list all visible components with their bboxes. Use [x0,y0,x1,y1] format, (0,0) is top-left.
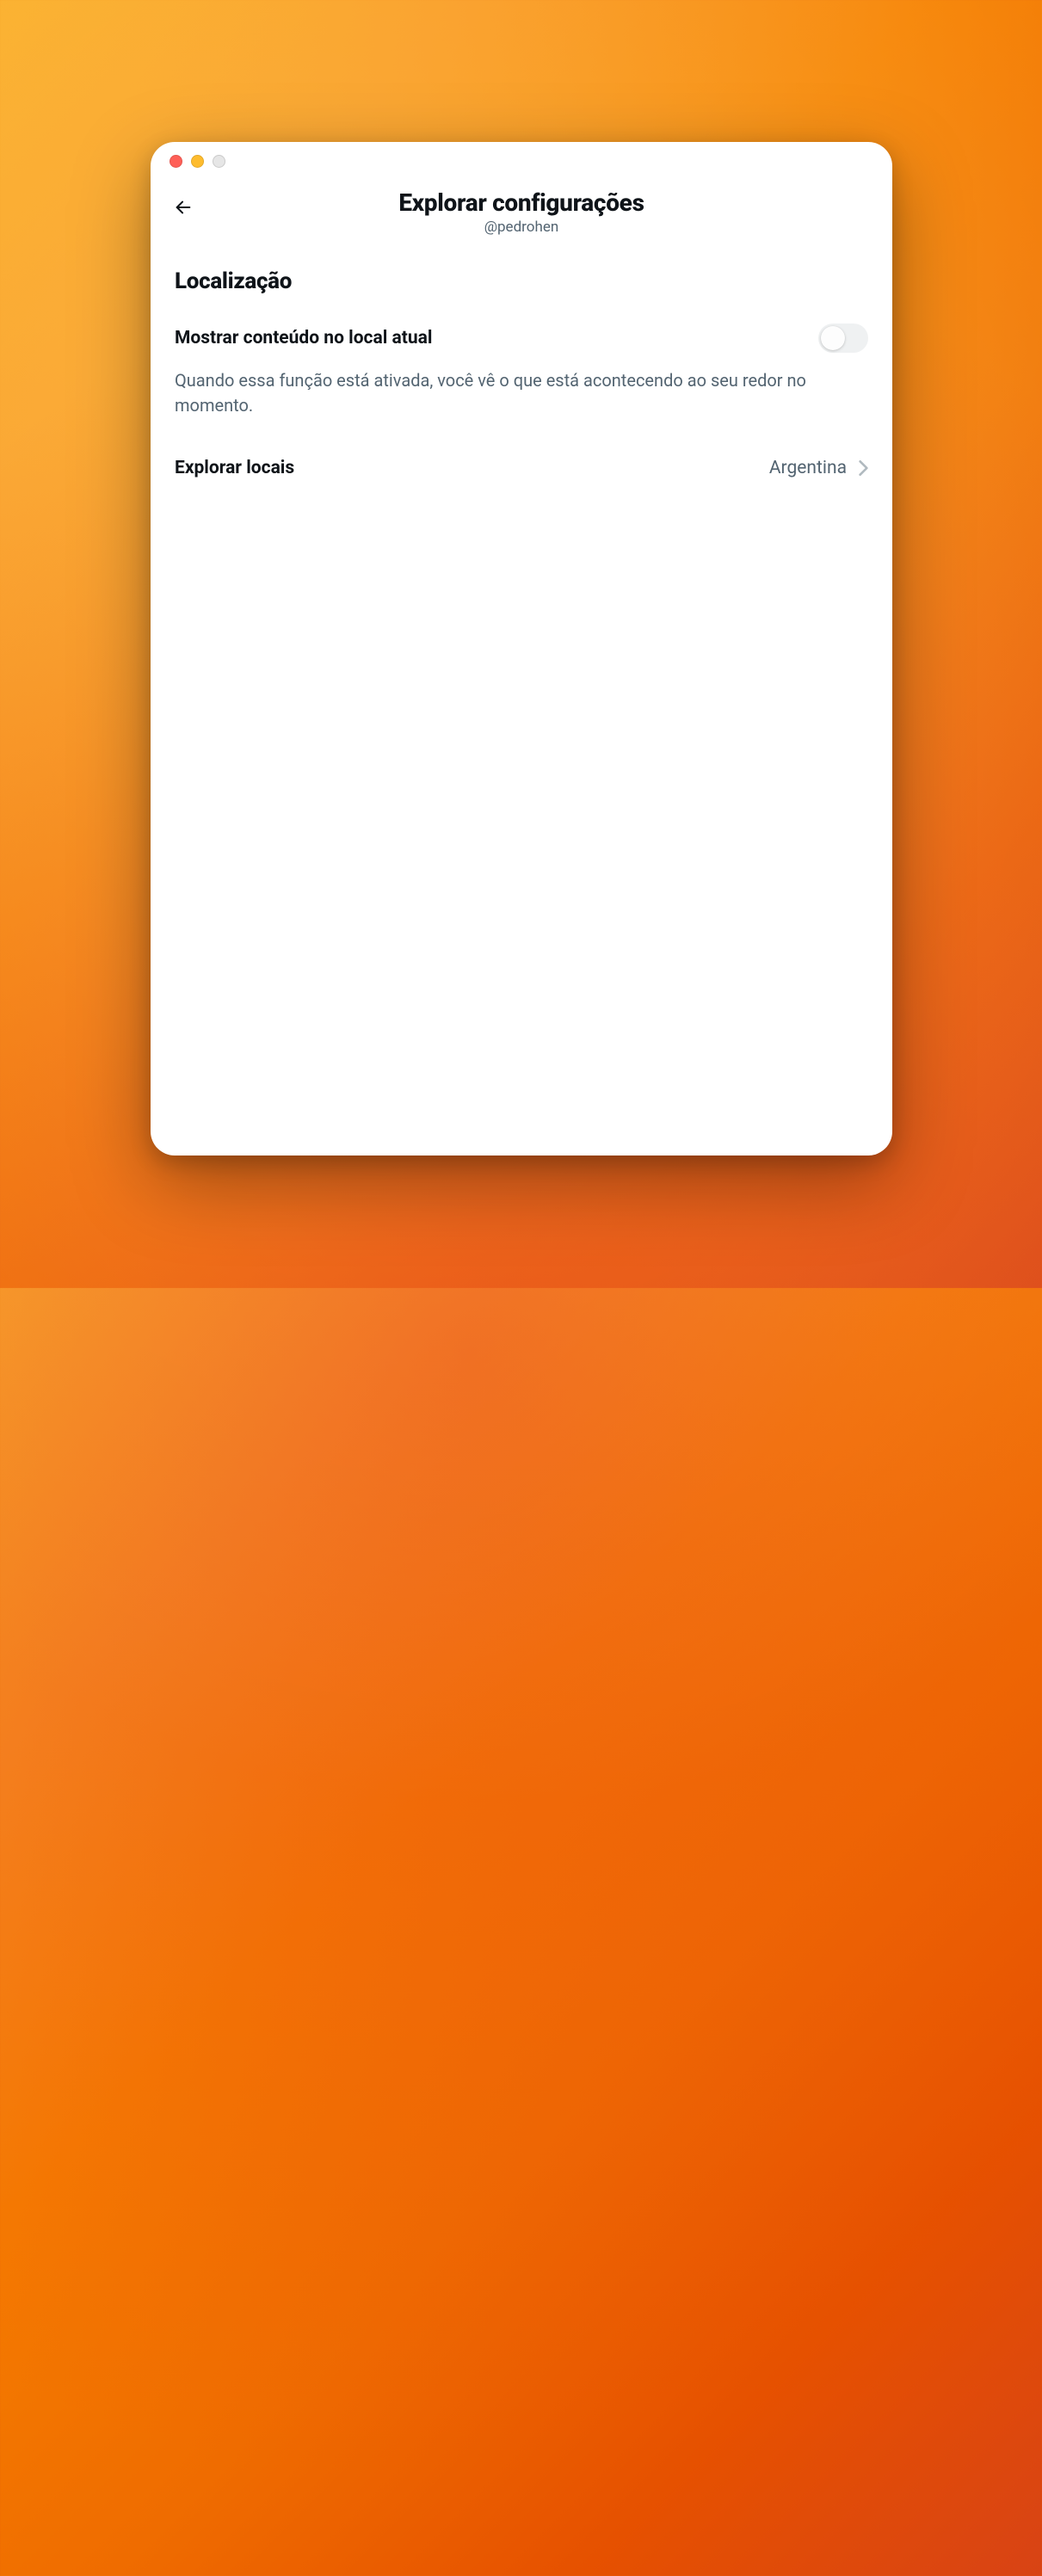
section-title-location: Localização [175,268,868,294]
chevron-right-icon [859,460,868,476]
page-header: Explorar configurações @pedrohen [151,180,892,253]
window-maximize-button[interactable] [213,155,225,168]
page-subtitle: @pedrohen [168,219,875,236]
app-window: Explorar configurações @pedrohen Localiz… [151,142,892,1156]
page-title: Explorar configurações [168,188,875,217]
setting-label-show-local: Mostrar conteúdo no local atual [175,328,432,348]
nav-label-explore-locations: Explorar locais [175,458,294,478]
window-titlebar [151,142,892,180]
setting-show-local-content: Mostrar conteúdo no local atual [175,320,868,356]
setting-description-show-local: Quando essa função está ativada, você vê… [175,368,868,418]
toggle-show-local-content[interactable] [818,324,868,353]
back-button[interactable] [168,192,199,223]
nav-explore-locations[interactable]: Explorar locais Argentina [175,449,868,487]
nav-value-location: Argentina [769,458,847,478]
window-close-button[interactable] [170,155,182,168]
nav-right-group: Argentina [769,458,868,478]
window-minimize-button[interactable] [191,155,204,168]
content-area: Localização Mostrar conteúdo no local at… [151,253,892,487]
arrow-left-icon [174,198,193,217]
toggle-knob [821,326,845,350]
